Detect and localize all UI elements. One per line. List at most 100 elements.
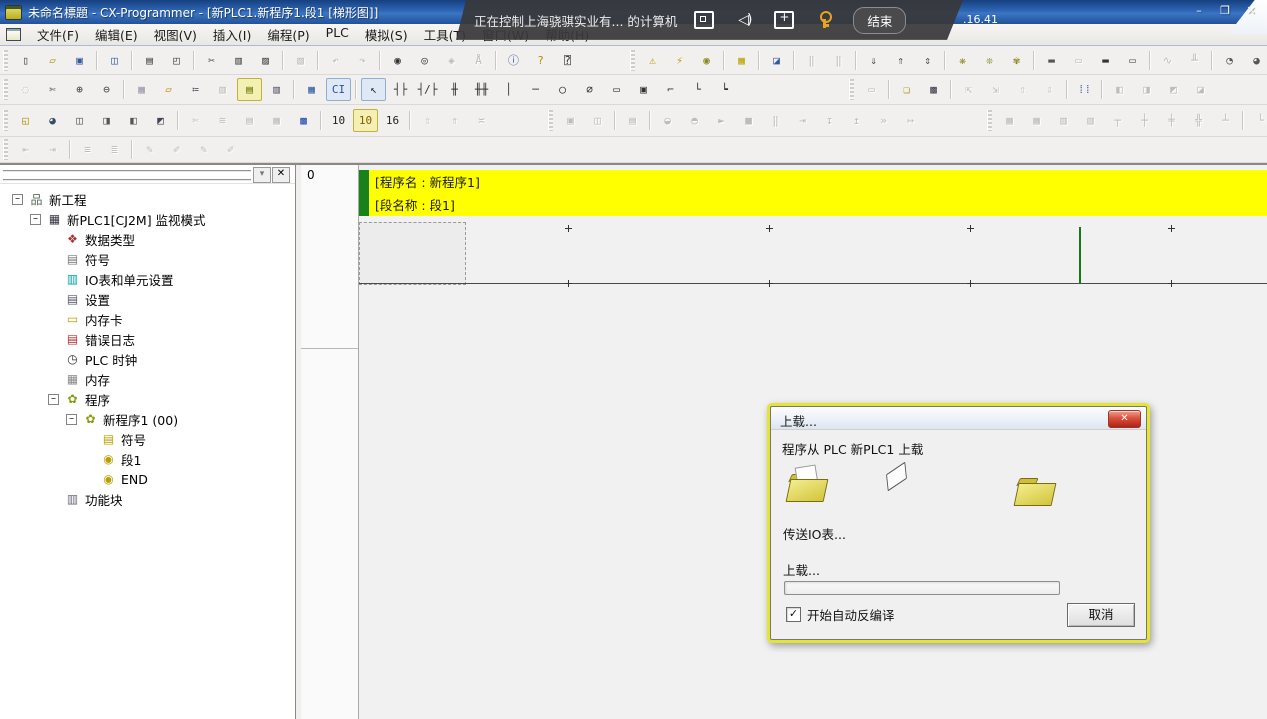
find-next-button[interactable]: ◈ <box>439 49 464 72</box>
vertical-line-button[interactable]: │ <box>496 78 521 101</box>
st-block-1-button[interactable]: ▦ <box>997 109 1022 132</box>
auto-online-button[interactable]: ◪ <box>764 49 789 72</box>
layers-button[interactable]: ❏ <box>894 78 919 101</box>
delete-connector-button[interactable]: ┕ <box>712 78 737 101</box>
zoom-region-button[interactable]: ✄ <box>40 78 65 101</box>
dialog-view-button[interactable]: ▦ <box>264 109 289 132</box>
goto-rung-button[interactable]: ⇱ <box>956 78 981 101</box>
contact-or-nc-button[interactable]: ╫╫ <box>469 78 494 101</box>
contact-no-button[interactable]: ┤├ <box>388 78 413 101</box>
sim-step-run-button[interactable]: ⇥ <box>790 109 815 132</box>
window-right-button[interactable]: ◨ <box>1134 78 1159 101</box>
insert-col-right-button[interactable]: ╬ <box>1186 109 1211 132</box>
auto-decompile-checkbox[interactable]: ✓ <box>786 607 801 622</box>
tree-expander-icon[interactable]: − <box>12 194 23 205</box>
instruction-button[interactable]: ⌐ <box>658 78 683 101</box>
tree-item-section[interactable]: ◉段1 <box>0 449 295 469</box>
context-help-button[interactable]: ⍰ <box>555 49 580 72</box>
delete-row-button[interactable]: ┴ <box>1213 109 1238 132</box>
ladder-cursor-cell[interactable] <box>359 222 466 285</box>
horizontal-line-button[interactable]: ─ <box>523 78 548 101</box>
rung-comment-button[interactable]: ▱ <box>156 78 181 101</box>
toolbar-grip[interactable] <box>630 50 635 71</box>
new-file-button[interactable]: ▯ <box>13 49 38 72</box>
sim-pause-button[interactable]: ‖ <box>763 109 788 132</box>
select-mode-button[interactable]: ↖ <box>361 78 386 101</box>
st-block-3-button[interactable]: ▥ <box>1051 109 1076 132</box>
search-project-button[interactable]: ◫ <box>102 49 127 72</box>
compile-program-button[interactable]: ⚠ <box>640 49 665 72</box>
upload-from-plc-button[interactable]: ⇑ <box>888 49 913 72</box>
dialog-title-bar[interactable]: 上载... ✕ <box>771 407 1146 430</box>
toolbar-grip[interactable] <box>548 110 553 131</box>
zoom-in-button[interactable]: ⊕ <box>67 78 92 101</box>
tree-item-memory[interactable]: ▦内存 <box>0 369 295 389</box>
monitor-mode-button[interactable]: ▬ <box>1093 49 1118 72</box>
copy-button[interactable]: ▥ <box>226 49 251 72</box>
menu-plc[interactable]: PLC <box>318 22 357 47</box>
connector-button[interactable]: └ <box>685 78 710 101</box>
undo-button[interactable]: ↶ <box>323 49 348 72</box>
goto-end-button[interactable]: ⇩ <box>1037 78 1062 101</box>
st-block-4-button[interactable]: ▥ <box>1078 109 1103 132</box>
menu-insert[interactable]: 插入(I) <box>205 22 259 47</box>
tree-expander-icon[interactable]: − <box>30 214 41 225</box>
sim-run-button[interactable]: ► <box>709 109 734 132</box>
zoom-reset-button[interactable]: ◌ <box>13 78 38 101</box>
cascade-windows-button[interactable]: ◱ <box>13 109 38 132</box>
tree-panel-close-button[interactable]: ✕ <box>272 167 290 183</box>
tree-item-program-symbols[interactable]: ▤符号 <box>0 429 295 449</box>
debug-mode-button[interactable]: ▭ <box>1066 49 1091 72</box>
force-set-button[interactable]: ◔ <box>1217 49 1242 72</box>
paste-button[interactable]: ▨ <box>253 49 278 72</box>
speaker-icon[interactable]: ◁) <box>731 10 757 30</box>
edit-comment-button[interactable]: ▩ <box>921 78 946 101</box>
edit-pen-3-button[interactable]: ✎ <box>191 138 216 161</box>
tree-expander-icon[interactable]: − <box>66 414 77 425</box>
online-toggle-button[interactable]: ▦ <box>729 49 754 72</box>
compare-with-plc-button[interactable]: ⇕ <box>915 49 940 72</box>
mdi-child-icon[interactable] <box>6 28 21 41</box>
tree-item-function-block[interactable]: ▥功能块 <box>0 489 295 509</box>
return-connector-button[interactable]: └ <box>1248 109 1267 132</box>
sma-table-button[interactable]: ▦ <box>299 78 324 101</box>
toolbar-grip[interactable] <box>3 139 8 160</box>
tree-item-symbols[interactable]: ▤符号 <box>0 249 295 269</box>
tree-item-new-program[interactable]: −✿新程序1 (00) <box>0 409 295 429</box>
output-window-button[interactable]: ▥ <box>264 78 289 101</box>
tree-item-io-table[interactable]: ▥IO表和单元设置 <box>0 269 295 289</box>
time-chart-button[interactable]: ╨ <box>1182 49 1207 72</box>
sim-scan-run-button[interactable]: ↦ <box>898 109 923 132</box>
decimal-monitor-button[interactable]: 10 <box>326 109 351 132</box>
function-block-button[interactable]: ▭ <box>604 78 629 101</box>
insert-row-above-button[interactable]: ┬ <box>1105 109 1130 132</box>
tree-item-settings[interactable]: ▤设置 <box>0 289 295 309</box>
split-screen-icon[interactable] <box>771 10 797 30</box>
tree-item-memory-card[interactable]: ▭内存卡 <box>0 309 295 329</box>
sim-step-out-button[interactable]: ↥ <box>844 109 869 132</box>
symbol-bar-button[interactable]: ▤ <box>237 78 262 101</box>
signed-decimal-monitor-button[interactable]: 10 <box>353 109 378 132</box>
binary-view-button[interactable]: ▩ <box>291 109 316 132</box>
tree-item-error-log[interactable]: ▤错误日志 <box>0 329 295 349</box>
help-topics-button[interactable]: ? <box>528 49 553 72</box>
zoom-out-button[interactable]: ⊖ <box>94 78 119 101</box>
watch-window-button[interactable]: ◫ <box>67 109 92 132</box>
coil-closed-button[interactable]: ∅ <box>577 78 602 101</box>
io-comment-view-button[interactable]: ▤ <box>237 109 262 132</box>
window-left-button[interactable]: ◧ <box>1107 78 1132 101</box>
indent-increase-button[interactable]: ⇥ <box>40 138 65 161</box>
program-mode-button[interactable]: ▬ <box>1039 49 1064 72</box>
goto-next-button[interactable]: ⇧ <box>1010 78 1035 101</box>
st-block-2-button[interactable]: ▦ <box>1024 109 1049 132</box>
close-button[interactable]: ✕ <box>1242 4 1260 19</box>
print-button[interactable]: ▤ <box>137 49 162 72</box>
cancel-button[interactable]: 取消 <box>1067 603 1135 627</box>
window-top-button[interactable]: ◩ <box>1161 78 1186 101</box>
download-to-plc-button[interactable]: ⇓ <box>861 49 886 72</box>
sim-pause-2-button[interactable]: ◓ <box>682 109 707 132</box>
tree-panel-grip[interactable] <box>3 170 251 181</box>
contact-or-no-button[interactable]: ╫ <box>442 78 467 101</box>
monitor-sampling-button[interactable]: ❊ <box>977 49 1002 72</box>
toolbar-grip[interactable] <box>3 79 8 100</box>
